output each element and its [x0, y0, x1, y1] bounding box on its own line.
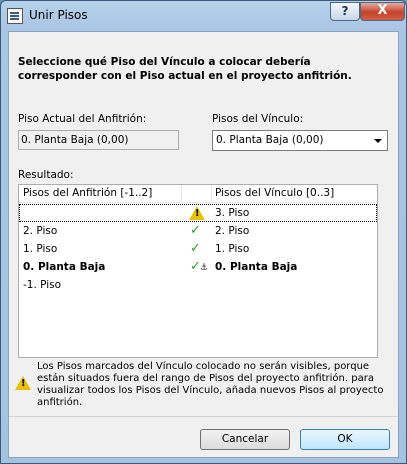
status-cell: ✓: [187, 222, 207, 240]
dialog-window: Unir Pisos ? X Seleccione qué Piso del V…: [0, 0, 407, 464]
link-story-select[interactable]: 0. Planta Baja (0,00): [212, 130, 388, 151]
host-story-cell: 1. Piso: [23, 243, 58, 255]
help-button[interactable]: ?: [330, 2, 360, 21]
host-story-cell: 2. Piso: [23, 225, 58, 237]
anchor-icon: ⚓: [200, 263, 209, 273]
table-row[interactable]: 1. Piso ✓ 1. Piso: [19, 240, 377, 258]
warning-message: Los Pisos marcados del Vínculo colocado …: [37, 361, 384, 408]
warning-icon: [15, 376, 31, 390]
check-icon: ✓: [190, 223, 201, 238]
column-divider: [211, 185, 212, 202]
link-story-cell: 0. Planta Baja: [215, 261, 298, 273]
table-row[interactable]: -1. Piso: [19, 276, 377, 294]
status-cell: [187, 204, 207, 222]
chevron-down-icon[interactable]: [374, 139, 382, 143]
link-story-label: Pisos del Vínculo:: [212, 113, 304, 125]
column-divider: [181, 185, 182, 202]
warning-icon: [189, 206, 205, 220]
table-row[interactable]: 3. Piso: [19, 204, 377, 222]
title-bar[interactable]: Unir Pisos ? X: [1, 1, 406, 31]
grid-header: Pisos del Anfitrión [-1..2] Pisos del Ví…: [19, 185, 377, 203]
close-button[interactable]: X: [360, 2, 405, 21]
column-host-stories[interactable]: Pisos del Anfitrión [-1..2]: [23, 187, 152, 199]
result-grid[interactable]: Pisos del Anfitrión [-1..2] Pisos del Ví…: [18, 184, 378, 358]
table-row[interactable]: 2. Piso ✓ 2. Piso: [19, 222, 377, 240]
app-icon: [7, 8, 23, 24]
instruction-text: Seleccione qué Piso del Vínculo a coloca…: [18, 56, 352, 82]
dialog-footer: Cancelar OK: [9, 417, 398, 457]
check-icon: ✓: [190, 241, 201, 256]
host-story-field: 0. Planta Baja (0,00): [18, 130, 179, 150]
status-cell: ✓: [187, 240, 207, 258]
host-story-cell: 0. Planta Baja: [23, 261, 106, 273]
ok-button[interactable]: OK: [300, 429, 390, 450]
link-story-cell: 2. Piso: [215, 225, 250, 237]
cancel-button[interactable]: Cancelar: [200, 429, 290, 450]
host-story-label: Piso Actual del Anfitrión:: [18, 113, 147, 125]
link-story-cell: 1. Piso: [215, 243, 250, 255]
table-row[interactable]: 0. Planta Baja ✓ ⚓ 0. Planta Baja: [19, 258, 377, 276]
status-cell: [187, 276, 207, 294]
link-story-selected: 0. Planta Baja (0,00): [216, 134, 324, 146]
status-cell: ✓ ⚓: [187, 258, 209, 276]
result-label: Resultado:: [18, 169, 74, 181]
window-title: Unir Pisos: [29, 8, 88, 22]
column-link-stories[interactable]: Pisos del Vínculo [0..3]: [215, 187, 334, 199]
dialog-body: Seleccione qué Piso del Vínculo a coloca…: [8, 31, 399, 458]
link-story-cell: 3. Piso: [215, 207, 250, 219]
host-story-cell: -1. Piso: [23, 279, 62, 291]
